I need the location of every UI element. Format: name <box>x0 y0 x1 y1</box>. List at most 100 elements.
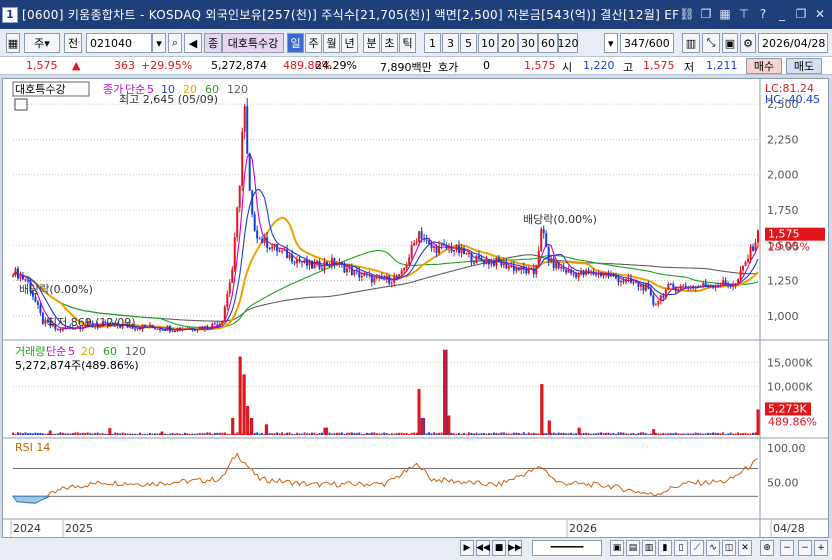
rewind-button[interactable]: ◀◀ <box>476 540 490 556</box>
candle-body <box>689 286 692 289</box>
interval-button-30[interactable]: 30 <box>518 33 538 53</box>
candle-body <box>423 238 426 240</box>
speaker-icon[interactable]: ◀ <box>184 33 202 53</box>
chart-type-icon[interactable]: ▦ <box>6 33 20 53</box>
interval-button-60[interactable]: 60 <box>538 33 558 53</box>
interval-button-5[interactable]: 5 <box>460 33 477 53</box>
bar-chart-icon[interactable]: ▮ <box>658 540 672 556</box>
copy-icon[interactable]: ❐ <box>698 6 714 22</box>
settings-icon[interactable]: ⚙ <box>740 33 756 53</box>
split-icon[interactable]: ▤ <box>626 540 640 556</box>
interval-button-20[interactable]: 20 <box>498 33 518 53</box>
buy-button[interactable]: 매수 <box>746 58 782 74</box>
candle-body <box>350 267 353 275</box>
candle-body <box>515 268 518 271</box>
candle-body <box>201 326 204 330</box>
stock-code-input[interactable]: 021040 <box>86 33 152 53</box>
chart-grid-icon[interactable]: ▥ <box>682 33 700 53</box>
custom-interval-dropdown[interactable]: ▾ <box>604 33 618 53</box>
zoom-in-icon[interactable]: ⊕ <box>760 540 774 556</box>
period-button-5[interactable]: 초 <box>381 33 398 53</box>
volume-bar <box>373 432 376 435</box>
view-icon[interactable]: ▣ <box>610 540 624 556</box>
crosshair-icon[interactable]: ✕ <box>738 540 752 556</box>
candle-body <box>448 246 451 249</box>
stop-button[interactable]: ■ <box>492 540 506 556</box>
chart-svg[interactable]: 1,0001,2501,5001,7502,0002,2502,500대호특수강… <box>3 79 828 537</box>
overlay-icon[interactable]: ◫ <box>722 540 736 556</box>
volume-bar <box>31 433 34 435</box>
forward-button[interactable]: ▶▶ <box>508 540 522 556</box>
save-icon[interactable]: ▣ <box>722 33 738 53</box>
volume-bar <box>114 432 117 435</box>
help-icon[interactable]: ? <box>755 6 771 22</box>
candle-body <box>298 259 301 262</box>
link-icon[interactable]: ⛓ <box>679 6 695 22</box>
volume-bar <box>296 432 299 435</box>
candle-body <box>296 259 299 264</box>
scroll-track[interactable]: ━━━━━━ <box>532 540 602 556</box>
data-count-field[interactable]: 347/600 <box>620 33 674 53</box>
sell-button[interactable]: 매도 <box>786 58 822 74</box>
search-icon[interactable]: ⌕ <box>168 33 182 53</box>
rsi-legend: RSI 14 <box>15 441 50 454</box>
candle-body <box>722 280 725 285</box>
candle-body <box>233 237 236 270</box>
period-button-6[interactable]: 틱 <box>399 33 416 53</box>
zoom-icon[interactable]: ⤡ <box>702 33 720 53</box>
candle-icon[interactable]: ▯ <box>674 540 688 556</box>
candle-body <box>687 287 690 289</box>
volume-bar <box>186 433 189 435</box>
line-chart-icon[interactable]: ⟋ <box>690 540 704 556</box>
candle-body <box>251 190 254 215</box>
candle-body <box>445 244 448 249</box>
candle-body <box>320 268 323 270</box>
prev-button[interactable]: 전 <box>64 33 82 53</box>
volume-bar <box>522 432 525 435</box>
restore-icon[interactable]: ❐ <box>793 6 809 22</box>
interval-button-120[interactable]: 120 <box>558 33 579 53</box>
period-button-2[interactable]: 월 <box>323 33 340 53</box>
candle-body <box>482 260 485 265</box>
candle-body <box>368 274 371 276</box>
volume-bar <box>692 433 695 435</box>
volume-bar <box>193 433 196 435</box>
pin-icon[interactable]: ⊤ <box>736 6 752 22</box>
candle-body <box>36 301 39 306</box>
period-button-4[interactable]: 분 <box>363 33 380 53</box>
dividend-annotation-1: 배당락(0.00%) <box>19 283 93 296</box>
x-axis-label: 2025 <box>65 522 93 535</box>
grid-icon[interactable]: ▦ <box>717 6 733 22</box>
interval-button-3[interactable]: 3 <box>442 33 459 53</box>
period-button-0[interactable]: 일 <box>287 33 304 53</box>
volume-bar <box>291 433 294 435</box>
candle-body <box>405 264 408 269</box>
chart-area[interactable]: 1,000 1,250 1,500 1,750 2,000 2,250 2,500 대호특수강… <box>2 78 829 538</box>
volume-bar <box>54 433 57 435</box>
interval-button-1[interactable]: 1 <box>424 33 441 53</box>
wave-icon[interactable]: ∿ <box>706 540 720 556</box>
scroll-left-button[interactable]: ▶ <box>460 540 474 556</box>
candle-body <box>39 305 42 313</box>
minus-icon[interactable]: − <box>798 540 812 556</box>
price-legend: 대호특수강 <box>15 83 66 96</box>
period-button-3[interactable]: 년 <box>341 33 358 53</box>
close-icon[interactable]: ✕ <box>812 6 828 22</box>
candle-body <box>739 270 742 280</box>
candle-body <box>221 320 224 324</box>
layout-icon[interactable]: ▥ <box>642 540 656 556</box>
volume-bar <box>268 433 271 435</box>
interval-button-10[interactable]: 10 <box>478 33 498 53</box>
candle-body <box>570 269 573 274</box>
plus-icon[interactable]: + <box>814 540 828 556</box>
period-button-1[interactable]: 주 <box>305 33 322 53</box>
code-dropdown-button[interactable]: ▾ <box>152 33 166 53</box>
zoom-out-icon[interactable]: − <box>780 540 794 556</box>
candle-body <box>629 278 632 283</box>
type-select[interactable]: 주 ▾ <box>24 33 60 53</box>
candle-body <box>363 273 366 276</box>
date-field[interactable]: 2026/04/28 <box>758 33 828 53</box>
candle-body <box>602 274 605 276</box>
volume-bar <box>26 433 29 435</box>
minimize-icon[interactable]: _ <box>774 6 790 22</box>
